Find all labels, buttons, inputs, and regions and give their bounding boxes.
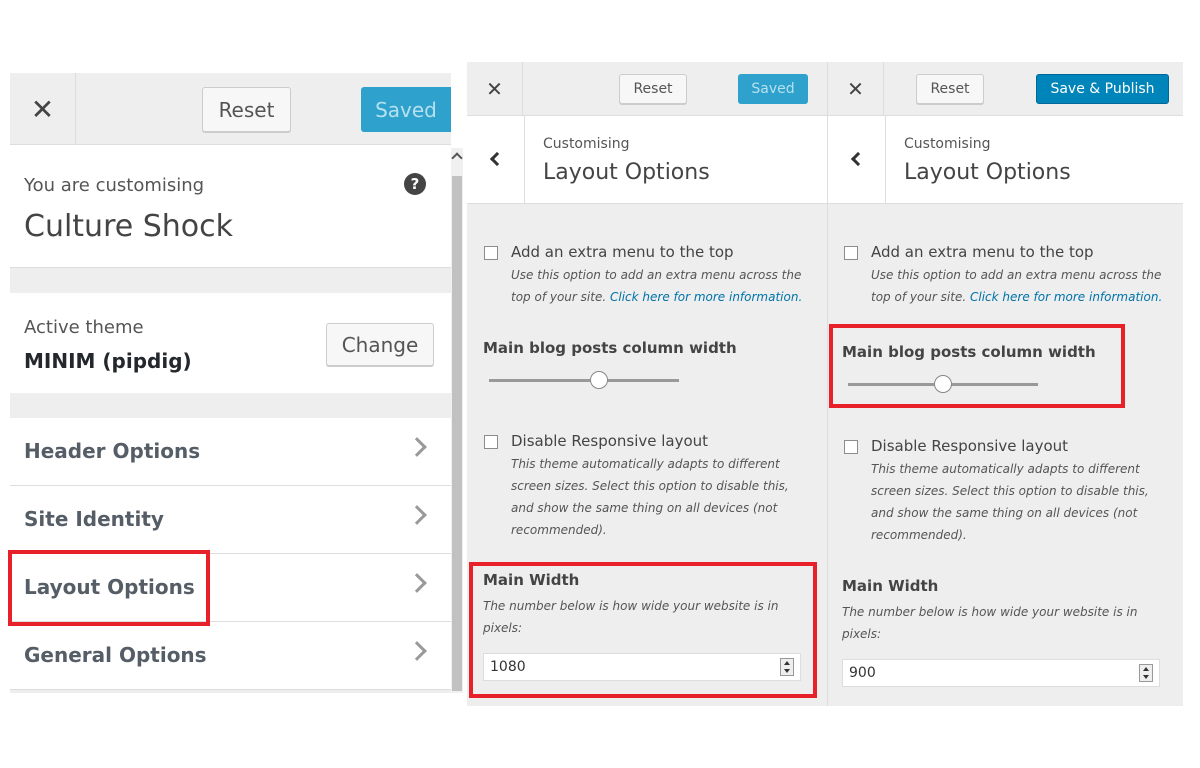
main-width-input[interactable]: 900 — [842, 659, 1160, 687]
column-width-slider-thumb[interactable] — [590, 371, 609, 389]
breadcrumb: Customising — [904, 136, 991, 152]
main-width-description: The number below is how wide your websit… — [842, 601, 1172, 645]
description-line: recommended). — [871, 528, 967, 542]
section-header: Customising Layout Options — [467, 116, 827, 204]
customising-label: You are customising — [24, 175, 205, 196]
description-line: screen sizes. Select this option to disa… — [871, 484, 1149, 498]
responsive-label: Disable Responsive layout — [871, 437, 1069, 455]
description-line: pixels: — [842, 627, 882, 641]
saved-button[interactable]: Saved — [361, 87, 451, 132]
section-header: Customising Layout Options — [828, 116, 1183, 204]
customizer-header: ✕ Reset Saved — [467, 62, 827, 116]
back-button[interactable] — [467, 116, 525, 204]
active-theme-section: Active theme MINIM (pipdig) Change — [10, 293, 451, 393]
chevron-right-icon — [407, 437, 427, 457]
description-line: This theme automatically adapts to diffe… — [511, 457, 780, 471]
chevron-right-icon — [407, 641, 427, 661]
responsive-checkbox[interactable] — [844, 440, 858, 454]
main-width-value: 900 — [849, 665, 876, 681]
back-button[interactable] — [828, 116, 886, 204]
menu-item-label: Header Options — [24, 439, 201, 463]
section-title: Layout Options — [904, 160, 1071, 185]
help-icon[interactable]: ? — [404, 173, 426, 195]
column-width-title: Main blog posts column width — [483, 339, 737, 357]
close-icon[interactable]: ✕ — [467, 62, 523, 116]
chevron-left-icon — [489, 151, 505, 167]
menu-item-label: Site Identity — [24, 507, 164, 531]
description-line: recommended). — [511, 523, 607, 537]
menu-item-site-identity[interactable]: Site Identity — [10, 486, 451, 554]
description-line: Use this option to add an extra menu acr… — [871, 268, 1162, 282]
highlight-column-width-after — [829, 324, 1125, 408]
extra-menu-checkbox[interactable] — [484, 246, 498, 260]
responsive-label: Disable Responsive layout — [511, 432, 709, 450]
description-line: screen sizes. Select this option to disa… — [511, 479, 789, 493]
description-line: The number below is how wide your websit… — [842, 605, 1138, 619]
breadcrumb: Customising — [543, 136, 630, 152]
chevron-right-icon — [407, 573, 427, 593]
description-line: top of your site. Click here for more in… — [871, 286, 1183, 308]
main-width-title: Main Width — [842, 577, 939, 595]
extra-menu-description: Use this option to add an extra menu acr… — [511, 264, 823, 308]
responsive-checkbox[interactable] — [484, 435, 498, 449]
menu-item-general-options[interactable]: General Options — [10, 622, 451, 690]
scroll-up-icon[interactable] — [451, 152, 463, 164]
column-width-slider[interactable] — [489, 379, 679, 382]
description-line: top of your site. Click here for more in… — [511, 286, 823, 308]
extra-menu-label: Add an extra menu to the top — [871, 243, 1094, 261]
save-publish-button[interactable]: Save & Publish — [1036, 74, 1169, 104]
section-title: Layout Options — [543, 160, 710, 185]
description-line: and show the same thing on all devices (… — [871, 506, 1138, 520]
close-icon[interactable]: ✕ — [828, 62, 884, 116]
scrollbar-thumb[interactable] — [452, 176, 462, 691]
menu-item-header-options[interactable]: Header Options — [10, 418, 451, 486]
reset-button[interactable]: Reset — [916, 74, 984, 104]
scrollbar[interactable] — [451, 148, 463, 693]
highlight-layout-options — [8, 550, 210, 626]
extra-menu-description: Use this option to add an extra menu acr… — [871, 264, 1183, 308]
more-info-link[interactable]: Click here for more information. — [610, 290, 802, 304]
customising-info: You are customising Culture Shock ? — [10, 145, 451, 268]
description-line: This theme automatically adapts to diffe… — [871, 462, 1140, 476]
description-text: top of your site. — [871, 290, 967, 304]
change-theme-button[interactable]: Change — [326, 323, 434, 366]
responsive-description: This theme automatically adapts to diffe… — [511, 453, 823, 541]
description-line: Use this option to add an extra menu acr… — [511, 268, 802, 282]
highlight-main-width-before — [469, 562, 817, 698]
customizer-header: ✕ Reset Saved — [10, 73, 451, 145]
extra-menu-label: Add an extra menu to the top — [511, 243, 734, 261]
chevron-left-icon — [850, 151, 866, 167]
description-line: and show the same thing on all devices (… — [511, 501, 778, 515]
reset-button[interactable]: Reset — [202, 87, 291, 132]
extra-menu-checkbox[interactable] — [844, 246, 858, 260]
number-spinner-icon[interactable] — [1139, 664, 1153, 682]
menu-item-label: General Options — [24, 643, 207, 667]
more-info-link[interactable]: Click here for more information. — [970, 290, 1162, 304]
site-title: Culture Shock — [24, 209, 234, 244]
customizer-header: ✕ Reset Save & Publish — [828, 62, 1183, 116]
description-text: top of your site. — [511, 290, 607, 304]
active-theme-label: Active theme — [24, 317, 144, 338]
theme-name: MINIM (pipdig) — [24, 349, 192, 373]
close-icon[interactable]: ✕ — [10, 73, 76, 145]
reset-button[interactable]: Reset — [619, 74, 687, 104]
responsive-description: This theme automatically adapts to diffe… — [871, 458, 1183, 546]
screenshot-stage: ✕ Reset Saved You are customising Cultur… — [0, 0, 1200, 768]
chevron-right-icon — [407, 505, 427, 525]
saved-button[interactable]: Saved — [738, 74, 808, 104]
